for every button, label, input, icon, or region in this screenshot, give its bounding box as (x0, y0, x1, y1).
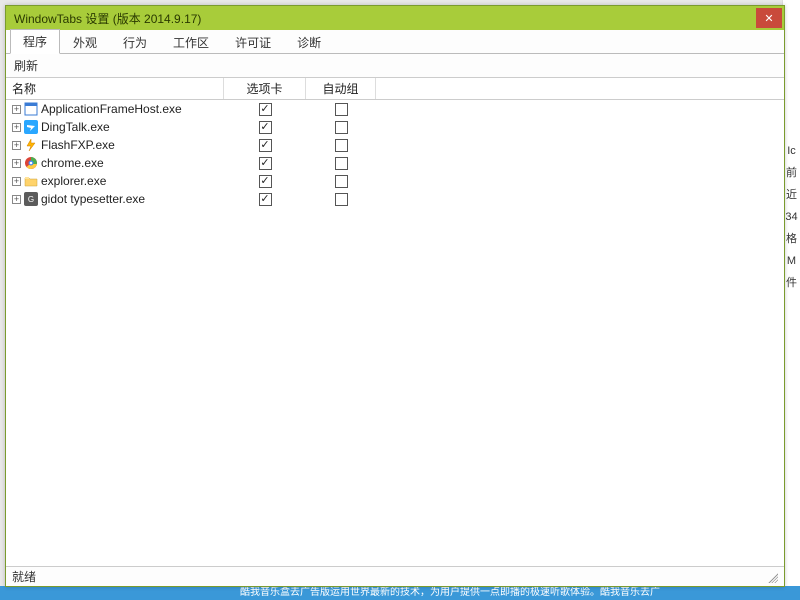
row-name-label: gidot typesetter.exe (41, 192, 145, 206)
cell-name: + explorer.exe (6, 174, 224, 188)
table-row[interactable]: + chrome.exe (6, 154, 784, 172)
content-area: 名称 选项卡 自动组 + ApplicationFrameHost.exe + Din… (6, 78, 784, 566)
close-button[interactable]: ✕ (756, 8, 782, 28)
background-glyph: 格 (783, 228, 800, 250)
row-name-label: ApplicationFrameHost.exe (41, 102, 182, 116)
background-glyph: 件 (783, 272, 800, 294)
tab-5[interactable]: 诊断 (284, 30, 334, 54)
row-name-label: FlashFXP.exe (41, 138, 115, 152)
refresh-button[interactable]: 刷新 (14, 59, 38, 73)
tab-checkbox[interactable] (259, 103, 272, 116)
explorer-icon (24, 174, 38, 188)
table-row[interactable]: + explorer.exe (6, 172, 784, 190)
cell-auto (306, 139, 376, 152)
table-row[interactable]: + Ggidot typesetter.exe (6, 190, 784, 208)
expand-icon[interactable]: + (12, 195, 21, 204)
expand-icon[interactable]: + (12, 177, 21, 186)
background-glyph: 前 (783, 162, 800, 184)
dingtalk-icon (24, 120, 38, 134)
tab-4[interactable]: 许可证 (222, 30, 284, 54)
row-name-label: explorer.exe (41, 174, 106, 188)
auto-checkbox[interactable] (335, 139, 348, 152)
cell-auto (306, 157, 376, 170)
expand-icon[interactable]: + (12, 141, 21, 150)
cell-tab (224, 157, 306, 170)
tab-0[interactable]: 程序 (10, 29, 60, 54)
header-name[interactable]: 名称 (6, 78, 224, 99)
status-text: 就绪 (12, 568, 36, 585)
expand-icon[interactable]: + (12, 123, 21, 132)
cell-auto (306, 103, 376, 116)
gidot-icon: G (24, 192, 38, 206)
cell-name: + ApplicationFrameHost.exe (6, 102, 224, 116)
svg-text:G: G (28, 195, 34, 204)
toolbar: 刷新 (6, 54, 784, 78)
auto-checkbox[interactable] (335, 103, 348, 116)
table-row[interactable]: + DingTalk.exe (6, 118, 784, 136)
resize-grip[interactable] (766, 571, 778, 583)
background-glyph: 34 (783, 206, 800, 228)
titlebar[interactable]: WindowTabs 设置 (版本 2014.9.17) ✕ (6, 6, 784, 30)
frame-icon (24, 102, 38, 116)
cell-name: + FlashFXP.exe (6, 138, 224, 152)
table-row[interactable]: + ApplicationFrameHost.exe (6, 100, 784, 118)
background-taskbar-text: 酷我音乐盒去广告版运用世界最新的技术，为用户提供一点即播的极速听歌体验。酷我音乐… (0, 586, 800, 600)
auto-checkbox[interactable] (335, 175, 348, 188)
tab-checkbox[interactable] (259, 139, 272, 152)
tab-2[interactable]: 行为 (110, 30, 160, 54)
background-glyph: 近 (783, 184, 800, 206)
grid-header: 名称 选项卡 自动组 (6, 78, 784, 100)
auto-checkbox[interactable] (335, 121, 348, 134)
chrome-icon (24, 156, 38, 170)
table-row[interactable]: + FlashFXP.exe (6, 136, 784, 154)
close-icon: ✕ (764, 12, 773, 25)
auto-checkbox[interactable] (335, 193, 348, 206)
header-tab[interactable]: 选项卡 (224, 78, 306, 99)
window-title: WindowTabs 设置 (版本 2014.9.17) (14, 10, 756, 27)
statusbar: 就绪 (6, 566, 784, 586)
tab-checkbox[interactable] (259, 193, 272, 206)
cell-tab (224, 103, 306, 116)
cell-name: + chrome.exe (6, 156, 224, 170)
tab-3[interactable]: 工作区 (160, 30, 222, 54)
background-glyph: M (783, 250, 800, 272)
cell-auto (306, 175, 376, 188)
grid-rows: + ApplicationFrameHost.exe + DingTalk.exe + F… (6, 100, 784, 208)
cell-auto (306, 193, 376, 206)
header-auto[interactable]: 自动组 (306, 78, 376, 99)
auto-checkbox[interactable] (335, 157, 348, 170)
settings-window: WindowTabs 设置 (版本 2014.9.17) ✕ 程序外观行为工作区… (5, 5, 785, 587)
expand-icon[interactable]: + (12, 159, 21, 168)
expand-icon[interactable]: + (12, 105, 21, 114)
row-name-label: chrome.exe (41, 156, 104, 170)
row-name-label: DingTalk.exe (41, 120, 110, 134)
cell-name: + Ggidot typesetter.exe (6, 192, 224, 206)
tab-checkbox[interactable] (259, 157, 272, 170)
cell-tab (224, 193, 306, 206)
cell-tab (224, 139, 306, 152)
tab-strip: 程序外观行为工作区许可证诊断 (6, 30, 784, 54)
cell-tab (224, 121, 306, 134)
tab-checkbox[interactable] (259, 121, 272, 134)
background-glyph: Ic (783, 140, 800, 162)
tab-1[interactable]: 外观 (60, 30, 110, 54)
flashfxp-icon (24, 138, 38, 152)
cell-auto (306, 121, 376, 134)
cell-tab (224, 175, 306, 188)
cell-name: + DingTalk.exe (6, 120, 224, 134)
tab-checkbox[interactable] (259, 175, 272, 188)
